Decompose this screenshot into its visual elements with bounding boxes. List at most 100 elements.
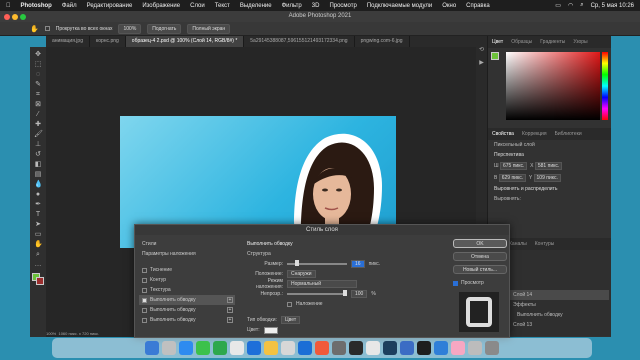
menu-view[interactable]: Просмотр xyxy=(329,3,356,9)
overlay-checkbox[interactable] xyxy=(287,301,292,307)
messages-icon[interactable] xyxy=(196,341,210,355)
cancel-button[interactable]: Отмена xyxy=(453,252,507,261)
width-field[interactable]: 675 пикс. xyxy=(499,162,528,170)
yandex-icon[interactable] xyxy=(366,341,380,355)
more-tools-icon[interactable]: … xyxy=(34,261,42,269)
trash-icon[interactable] xyxy=(485,341,499,355)
mail-icon[interactable] xyxy=(298,341,312,355)
tab-doc-5[interactable]: pngwing.com-6.jpg xyxy=(355,36,410,47)
battery-icon[interactable]: ▭ xyxy=(555,2,561,9)
status-zoom[interactable]: 100% xyxy=(46,331,56,336)
stroke-checkbox-2[interactable] xyxy=(142,307,147,313)
position-select[interactable]: Снаружи xyxy=(287,270,316,278)
crop-tool-icon[interactable]: ⌗ xyxy=(34,91,42,99)
terminal-icon[interactable] xyxy=(417,341,431,355)
bevel-item[interactable]: Тиснение xyxy=(139,265,235,275)
color-field[interactable] xyxy=(506,52,600,120)
menu-3d[interactable]: 3D xyxy=(312,3,320,9)
texture-item[interactable]: Текстура xyxy=(139,285,235,295)
hue-slider[interactable] xyxy=(602,52,608,120)
tab-properties[interactable]: Свойства xyxy=(492,131,514,137)
apple-icon[interactable]:  xyxy=(6,3,11,9)
menu-window[interactable]: Окно xyxy=(442,3,456,9)
launchpad-icon[interactable] xyxy=(162,341,176,355)
pen-tool-icon[interactable]: ✒ xyxy=(34,201,42,209)
tab-swatches[interactable]: Образцы xyxy=(511,39,532,45)
stroke-item-2[interactable]: Выполнить обводку + xyxy=(139,305,235,315)
blur-tool-icon[interactable]: 💧 xyxy=(34,181,43,189)
menu-select[interactable]: Выделение xyxy=(240,3,272,9)
word-icon[interactable] xyxy=(400,341,414,355)
layer-effect-stroke[interactable]: Выполнить обводку xyxy=(507,310,609,320)
hand-tool-icon[interactable]: ✋ xyxy=(30,25,39,33)
layer-item[interactable]: Слой 14 xyxy=(507,290,609,300)
move-tool-icon[interactable]: ✥ xyxy=(34,51,42,59)
tab-libraries[interactable]: Библиотеки xyxy=(555,131,582,137)
tab-color[interactable]: Цвет xyxy=(492,39,503,45)
fill-type-select[interactable]: Цвет xyxy=(280,316,301,324)
menu-filter[interactable]: Фильтр xyxy=(282,3,302,9)
fullscreen-button[interactable]: Полный экран xyxy=(187,23,231,34)
color-picker[interactable] xyxy=(488,48,611,128)
scroll-all-checkbox[interactable] xyxy=(44,26,50,31)
tab-doc-4[interactable]: 5a29145388087,596155121493172334.png xyxy=(244,36,355,47)
photos-icon[interactable] xyxy=(247,341,261,355)
color-swatches[interactable] xyxy=(32,273,44,285)
contour-item[interactable]: Контур xyxy=(139,275,235,285)
blending-options-item[interactable]: Параметры наложения xyxy=(139,249,235,259)
menu-image[interactable]: Изображение xyxy=(142,3,180,9)
tab-patterns[interactable]: Узоры xyxy=(573,39,587,45)
utorrent-icon[interactable] xyxy=(230,341,244,355)
type-tool-icon[interactable]: T xyxy=(34,211,42,219)
frame-tool-icon[interactable]: ⊠ xyxy=(34,101,42,109)
gradient-tool-icon[interactable]: ▤ xyxy=(34,171,42,179)
stroke-item-3[interactable]: Выполнить обводку + xyxy=(139,315,235,325)
opacity-input[interactable]: 100 xyxy=(351,290,368,298)
add-stroke-button[interactable]: + xyxy=(227,307,233,313)
menu-edit[interactable]: Редактирование xyxy=(87,3,133,9)
contour-checkbox[interactable] xyxy=(142,277,147,283)
add-stroke-button[interactable]: + xyxy=(227,317,233,323)
stroke-color-swatch[interactable] xyxy=(263,326,278,334)
blend-select[interactable]: Нормальный xyxy=(287,280,357,288)
clock[interactable]: Ср, 5 мая 10:26 xyxy=(591,3,634,9)
notes-icon[interactable] xyxy=(264,341,278,355)
music-icon[interactable] xyxy=(451,341,465,355)
brush-tool-icon[interactable]: 🖌 xyxy=(34,131,43,139)
zoom-tool-icon[interactable]: ⌕ xyxy=(34,251,42,259)
menu-app-name[interactable]: Photoshop xyxy=(21,3,52,9)
add-stroke-button[interactable]: + xyxy=(227,297,233,303)
zoom-window-button[interactable] xyxy=(20,14,26,20)
tab-paths[interactable]: Контуры xyxy=(535,241,555,247)
size-input[interactable]: 16 xyxy=(351,260,365,268)
path-select-tool-icon[interactable]: ➤ xyxy=(34,221,42,229)
facetime-icon[interactable] xyxy=(213,341,227,355)
settings-icon[interactable] xyxy=(332,341,346,355)
hand-tool-icon-2[interactable]: ✋ xyxy=(34,241,43,249)
menu-text[interactable]: Текст xyxy=(215,3,230,9)
safari-icon[interactable] xyxy=(179,341,193,355)
marquee-tool-icon[interactable]: ⬚ xyxy=(34,61,42,69)
layer-item[interactable]: Слой 13 xyxy=(507,320,609,330)
tab-doc-2[interactable]: корнс.png xyxy=(90,36,126,47)
healing-tool-icon[interactable]: ✚ xyxy=(34,121,42,129)
calendar-icon[interactable] xyxy=(315,341,329,355)
tab-channels[interactable]: Каналы xyxy=(509,241,527,247)
eraser-tool-icon[interactable]: ◧ xyxy=(34,161,42,169)
minimize-window-button[interactable] xyxy=(12,14,18,20)
stroke-item-1[interactable]: Выполнить обводку + xyxy=(139,295,235,305)
tab-doc-1[interactable]: анимация.jpg xyxy=(46,36,90,47)
downloads-icon[interactable] xyxy=(468,341,482,355)
close-window-button[interactable] xyxy=(4,14,10,20)
fit-screen-button[interactable]: Подогнать xyxy=(147,23,182,34)
quick-select-tool-icon[interactable]: ✎ xyxy=(34,81,42,89)
new-style-button[interactable]: Новый стиль... xyxy=(453,265,507,274)
y-field[interactable]: 109 пикс. xyxy=(533,174,561,182)
foreground-swatch[interactable] xyxy=(491,52,499,60)
menu-file[interactable]: Файл xyxy=(62,3,77,9)
search-icon[interactable]: ⌕ xyxy=(580,2,583,9)
menu-help[interactable]: Справка xyxy=(466,3,490,9)
texture-checkbox[interactable] xyxy=(142,287,147,293)
layer-effects[interactable]: Эффекты xyxy=(507,300,609,310)
history-icon[interactable]: ⟲ xyxy=(476,46,487,53)
